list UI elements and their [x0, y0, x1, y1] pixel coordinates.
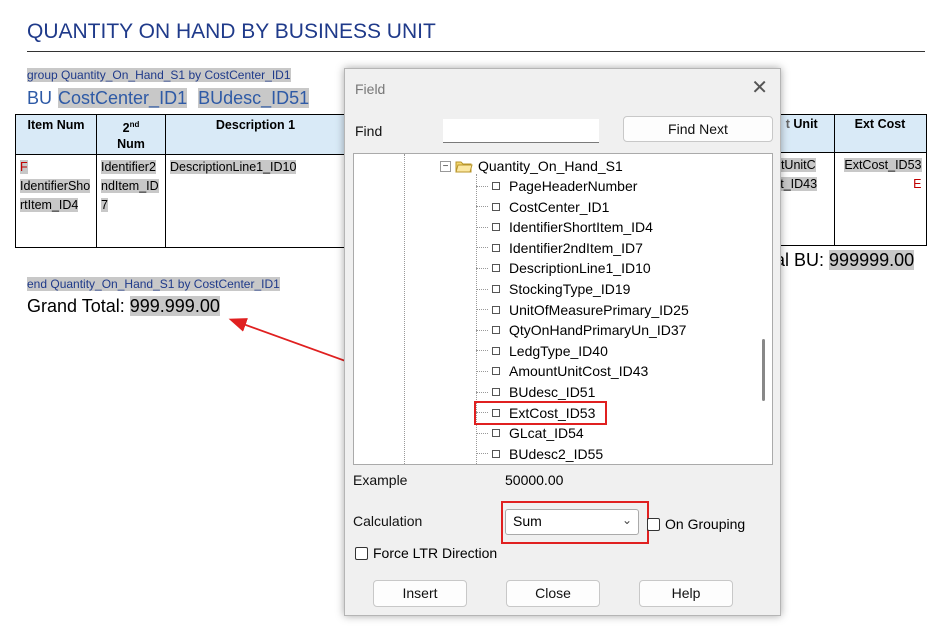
close-button[interactable]: Close: [506, 580, 600, 607]
example-value: 50000.00: [505, 472, 564, 488]
field-icon: [492, 429, 500, 438]
tree-item-label: LedgType_ID40: [509, 342, 608, 359]
bu-field-costcenter: CostCenter_ID1: [58, 88, 188, 108]
insert-button[interactable]: Insert: [373, 580, 467, 607]
tree-root-label: Quantity_On_Hand_S1: [478, 158, 623, 174]
field-icon: [492, 346, 500, 355]
on-grouping-checkbox[interactable]: On Grouping: [647, 516, 745, 532]
tree-item-label: BUdesc_ID51: [509, 384, 596, 400]
tree-item[interactable]: PageHeaderNumber: [476, 176, 637, 196]
bu-field-budesc: BUdesc_ID51: [198, 88, 310, 108]
tree-item[interactable]: DescriptionLine1_ID10: [476, 258, 651, 278]
header-ext-cost: Ext Cost: [833, 114, 927, 153]
tree-item[interactable]: IdentifierShortItem_ID4: [476, 217, 653, 237]
field-icon: [492, 202, 500, 211]
tree-item-label: CostCenter_ID1: [509, 198, 610, 215]
field-icon: [492, 367, 500, 376]
force-ltr-label: Force LTR Direction: [373, 545, 498, 561]
help-button[interactable]: Help: [639, 580, 733, 607]
cell-2nd-item: Identifier2ndItem_ID7: [96, 154, 166, 249]
field-icon: [492, 388, 500, 396]
find-next-button[interactable]: Find Next: [623, 116, 773, 142]
tree-item[interactable]: LedgType_ID40: [476, 341, 608, 361]
tree-item-label: AmountUnitCost_ID43: [509, 363, 649, 380]
on-grouping-label: On Grouping: [665, 516, 746, 532]
tree-item-label: QtyOnHandPrimaryUn_ID37: [509, 322, 687, 339]
group-line: group Quantity_On_Hand_S1 by CostCenter_…: [27, 68, 291, 82]
header-2nd-num: 2nd Num: [96, 113, 166, 156]
tree-item-label: UnitOfMeasurePrimary_ID25: [509, 301, 689, 318]
cell-description: DescriptionLine1_ID10: [165, 154, 346, 249]
dialog-title: Field: [355, 81, 386, 97]
tree-item[interactable]: QtyOnHandPrimaryUn_ID37: [476, 320, 686, 340]
field-tree[interactable]: − Quantity_On_Hand_S1 PageHeaderNumber Co…: [353, 153, 773, 465]
force-ltr-checkbox[interactable]: Force LTR Direction: [355, 545, 497, 561]
tree-item-label: IdentifierShortItem_ID4: [509, 219, 653, 236]
tree-scrollbar[interactable]: [762, 339, 765, 401]
field-icon: [492, 223, 500, 232]
grand-total-value: 999.999.00: [129, 296, 220, 316]
header-description: Description 1: [165, 113, 346, 156]
calculation-highlight: [501, 501, 649, 544]
tree-item-label: DescriptionLine1_ID10: [509, 260, 651, 277]
title-rule: [27, 51, 925, 52]
header-item-num: Item Num: [15, 113, 97, 156]
tree-item-label: StockingType_ID19: [509, 281, 631, 297]
tree-item[interactable]: Identifier2ndItem_ID7: [476, 238, 643, 258]
cell-ext-cost: ExtCost_ID53 E: [833, 152, 927, 246]
example-label: Example: [353, 472, 408, 488]
tree-item[interactable]: BUdesc_ID51: [476, 382, 595, 402]
folder-icon: [455, 161, 473, 172]
field-icon: [492, 305, 500, 314]
end-line: end Quantity_On_Hand_S1 by CostCenter_ID…: [27, 277, 280, 291]
tree-item-label: GLcat_ID54: [509, 425, 584, 442]
tree-item[interactable]: AmountUnitCost_ID43: [476, 361, 648, 381]
field-icon: [492, 182, 500, 190]
grand-total: Grand Total: 999.999.00: [27, 296, 220, 316]
find-input[interactable]: [443, 119, 599, 143]
tree-root-node[interactable]: − Quantity_On_Hand_S1: [440, 156, 623, 176]
tree-item[interactable]: ExtCost_ID53: [473, 400, 608, 425]
calculation-label: Calculation: [353, 513, 423, 529]
field-icon: [492, 264, 500, 273]
tree-item[interactable]: StockingType_ID19: [476, 279, 630, 299]
tree-item-label: ExtCost_ID53: [509, 404, 596, 421]
report-table-right: t Unit Ext Cost ntUnitC st_ID43 ExtCost_…: [770, 114, 927, 246]
total-bu: al BU: 999999.00: [775, 250, 915, 270]
bu-label: BU: [27, 88, 53, 108]
tree-item[interactable]: GLcat_ID54: [476, 423, 584, 443]
field-dialog: Field ✕ Find Find Next − Quantity_On_Han…: [344, 68, 781, 616]
report-title: QUANTITY ON HAND BY BUSINESS UNIT: [27, 20, 436, 43]
tree-item-label: BUdesc2_ID55: [509, 445, 604, 462]
tree-item[interactable]: BUdesc2_ID55: [476, 444, 603, 464]
on-grouping-box[interactable]: [647, 517, 660, 531]
field-icon: [492, 408, 500, 417]
tree-item-label: Identifier2ndItem_ID7: [509, 239, 643, 256]
report-table: Item Num 2nd Num Description 1 F Identifie…: [15, 113, 346, 249]
force-ltr-box[interactable]: [355, 546, 368, 560]
bu-line: BU CostCenter_ID1 BUdesc_ID51: [27, 88, 315, 109]
tree-item[interactable]: CostCenter_ID1: [476, 197, 609, 217]
field-icon: [492, 243, 500, 252]
field-icon: [492, 326, 500, 335]
tree-item[interactable]: UnitOfMeasurePrimary_ID25: [476, 300, 689, 320]
tree-item-label: PageHeaderNumber: [509, 178, 638, 194]
cell-item: F IdentifierShortItem_ID4: [15, 154, 97, 249]
field-icon: [492, 285, 500, 293]
find-label: Find: [355, 123, 383, 139]
collapse-icon[interactable]: −: [440, 160, 451, 172]
field-icon: [492, 449, 500, 458]
close-icon[interactable]: ✕: [751, 77, 768, 99]
